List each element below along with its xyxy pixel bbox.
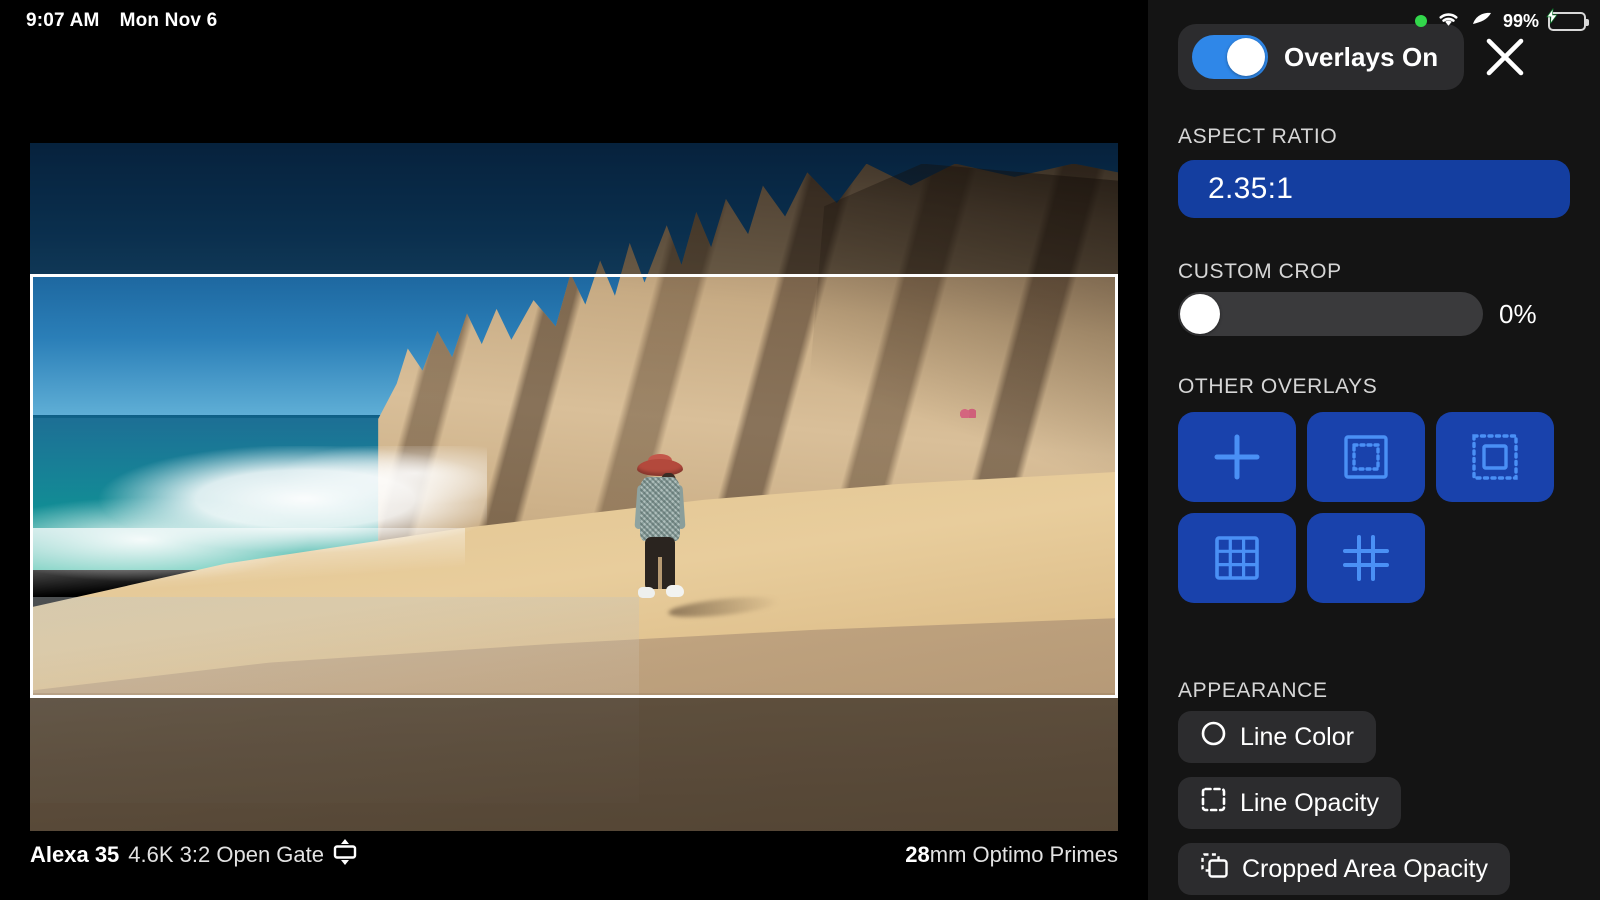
leg-gap bbox=[657, 557, 662, 590]
status-time: 9:07 AM bbox=[26, 10, 100, 31]
torso-shirt bbox=[639, 477, 680, 542]
custom-crop-row: 0% bbox=[1178, 292, 1578, 336]
switch-knob bbox=[1227, 38, 1265, 76]
dashed-square-icon bbox=[1200, 786, 1227, 820]
crop-line-top bbox=[30, 274, 1118, 277]
cropped-area-opacity-label: Cropped Area Opacity bbox=[1242, 854, 1488, 883]
camera-name: Alexa 35 bbox=[30, 842, 120, 867]
aspect-ratio-section-label: ASPECT RATIO bbox=[1178, 125, 1338, 148]
subject-person bbox=[634, 454, 781, 622]
app-root: Alexa 35 4.6K 3:2 Open Gate 28 mm Optimo… bbox=[0, 0, 1600, 900]
lens-name: mm Optimo Primes bbox=[929, 842, 1118, 867]
status-bar-right: 99% bbox=[1414, 8, 1589, 33]
cropped-area-opacity-row[interactable]: Cropped Area Opacity bbox=[1178, 843, 1510, 895]
center-crosshair-overlay-button[interactable] bbox=[1178, 412, 1296, 502]
custom-crop-slider-thumb[interactable] bbox=[1180, 294, 1220, 334]
green-recording-dot-icon bbox=[1414, 15, 1427, 27]
status-date: Mon Nov 6 bbox=[119, 10, 218, 31]
wifi-icon bbox=[1436, 9, 1461, 33]
left-shoe bbox=[637, 587, 655, 599]
dotted-outer-square-icon bbox=[1472, 434, 1518, 480]
legs-pants bbox=[644, 537, 675, 590]
viewfinder-area: Alexa 35 4.6K 3:2 Open Gate 28 mm Optimo… bbox=[0, 0, 1148, 900]
overlays-toggle-label: Overlays On bbox=[1284, 41, 1439, 72]
action-safe-overlay-button[interactable] bbox=[1307, 412, 1425, 502]
custom-crop-section-label: CUSTOM CROP bbox=[1178, 260, 1342, 283]
aspect-ratio-value[interactable]: 2.35:1 bbox=[1178, 160, 1570, 218]
custom-crop-slider[interactable] bbox=[1178, 292, 1483, 336]
distant-beachgoers bbox=[960, 407, 977, 418]
overlapping-squares-icon bbox=[1200, 852, 1229, 886]
crop-line-left bbox=[30, 274, 33, 698]
other-overlays-grid bbox=[1178, 412, 1554, 603]
appearance-rows: Line Color Line Opacity Cropped Area Opa… bbox=[1178, 711, 1510, 895]
circle-icon bbox=[1200, 720, 1227, 754]
cropped-area-top bbox=[30, 143, 1118, 276]
line-opacity-label: Line Opacity bbox=[1240, 788, 1379, 817]
battery-percent: 99% bbox=[1502, 10, 1539, 31]
video-frame[interactable] bbox=[30, 143, 1118, 831]
overlays-settings-panel: Overlays On ASPECT RATIO 2.35:1 CUSTOM C… bbox=[1148, 0, 1600, 900]
crop-line-right bbox=[1115, 274, 1118, 698]
title-safe-overlay-button[interactable] bbox=[1436, 412, 1554, 502]
status-bar-left: 9:07 AM Mon Nov 6 bbox=[26, 10, 217, 32]
crop-line-bottom bbox=[30, 695, 1118, 698]
foam-edge bbox=[30, 528, 466, 598]
cropped-area-bottom bbox=[30, 697, 1118, 831]
line-opacity-row[interactable]: Line Opacity bbox=[1178, 777, 1401, 829]
thirds-overlay-button[interactable] bbox=[1307, 513, 1425, 603]
other-overlays-section-label: OTHER OVERLAYS bbox=[1178, 375, 1378, 398]
line-color-row[interactable]: Line Color bbox=[1178, 711, 1376, 763]
plus-icon bbox=[1214, 434, 1260, 480]
sensor-format-icon bbox=[333, 839, 357, 871]
line-color-label: Line Color bbox=[1240, 722, 1354, 751]
camera-format: 4.6K 3:2 Open Gate bbox=[128, 842, 324, 867]
appearance-section-label: APPEARANCE bbox=[1178, 679, 1328, 702]
dotted-inner-square-icon bbox=[1344, 435, 1388, 479]
cellular-icon bbox=[1470, 9, 1494, 33]
status-bar: 9:07 AM Mon Nov 6 99% bbox=[0, 0, 1600, 42]
camera-info-bar: Alexa 35 4.6K 3:2 Open Gate 28 mm Optimo… bbox=[30, 831, 1118, 879]
camera-info-right: 28 mm Optimo Primes bbox=[905, 842, 1118, 868]
battery-charging-icon bbox=[1546, 8, 1589, 31]
grid-3x3-icon bbox=[1215, 536, 1259, 580]
charging-bolt-icon bbox=[1546, 8, 1558, 23]
hash-thirds-icon bbox=[1343, 535, 1389, 581]
lens-focal-length: 28 bbox=[905, 842, 930, 867]
custom-crop-value: 0% bbox=[1499, 298, 1537, 329]
camera-info-left: Alexa 35 4.6K 3:2 Open Gate bbox=[30, 839, 357, 871]
grid-overlay-button[interactable] bbox=[1178, 513, 1296, 603]
red-hat bbox=[636, 459, 683, 477]
right-shoe bbox=[665, 585, 684, 598]
